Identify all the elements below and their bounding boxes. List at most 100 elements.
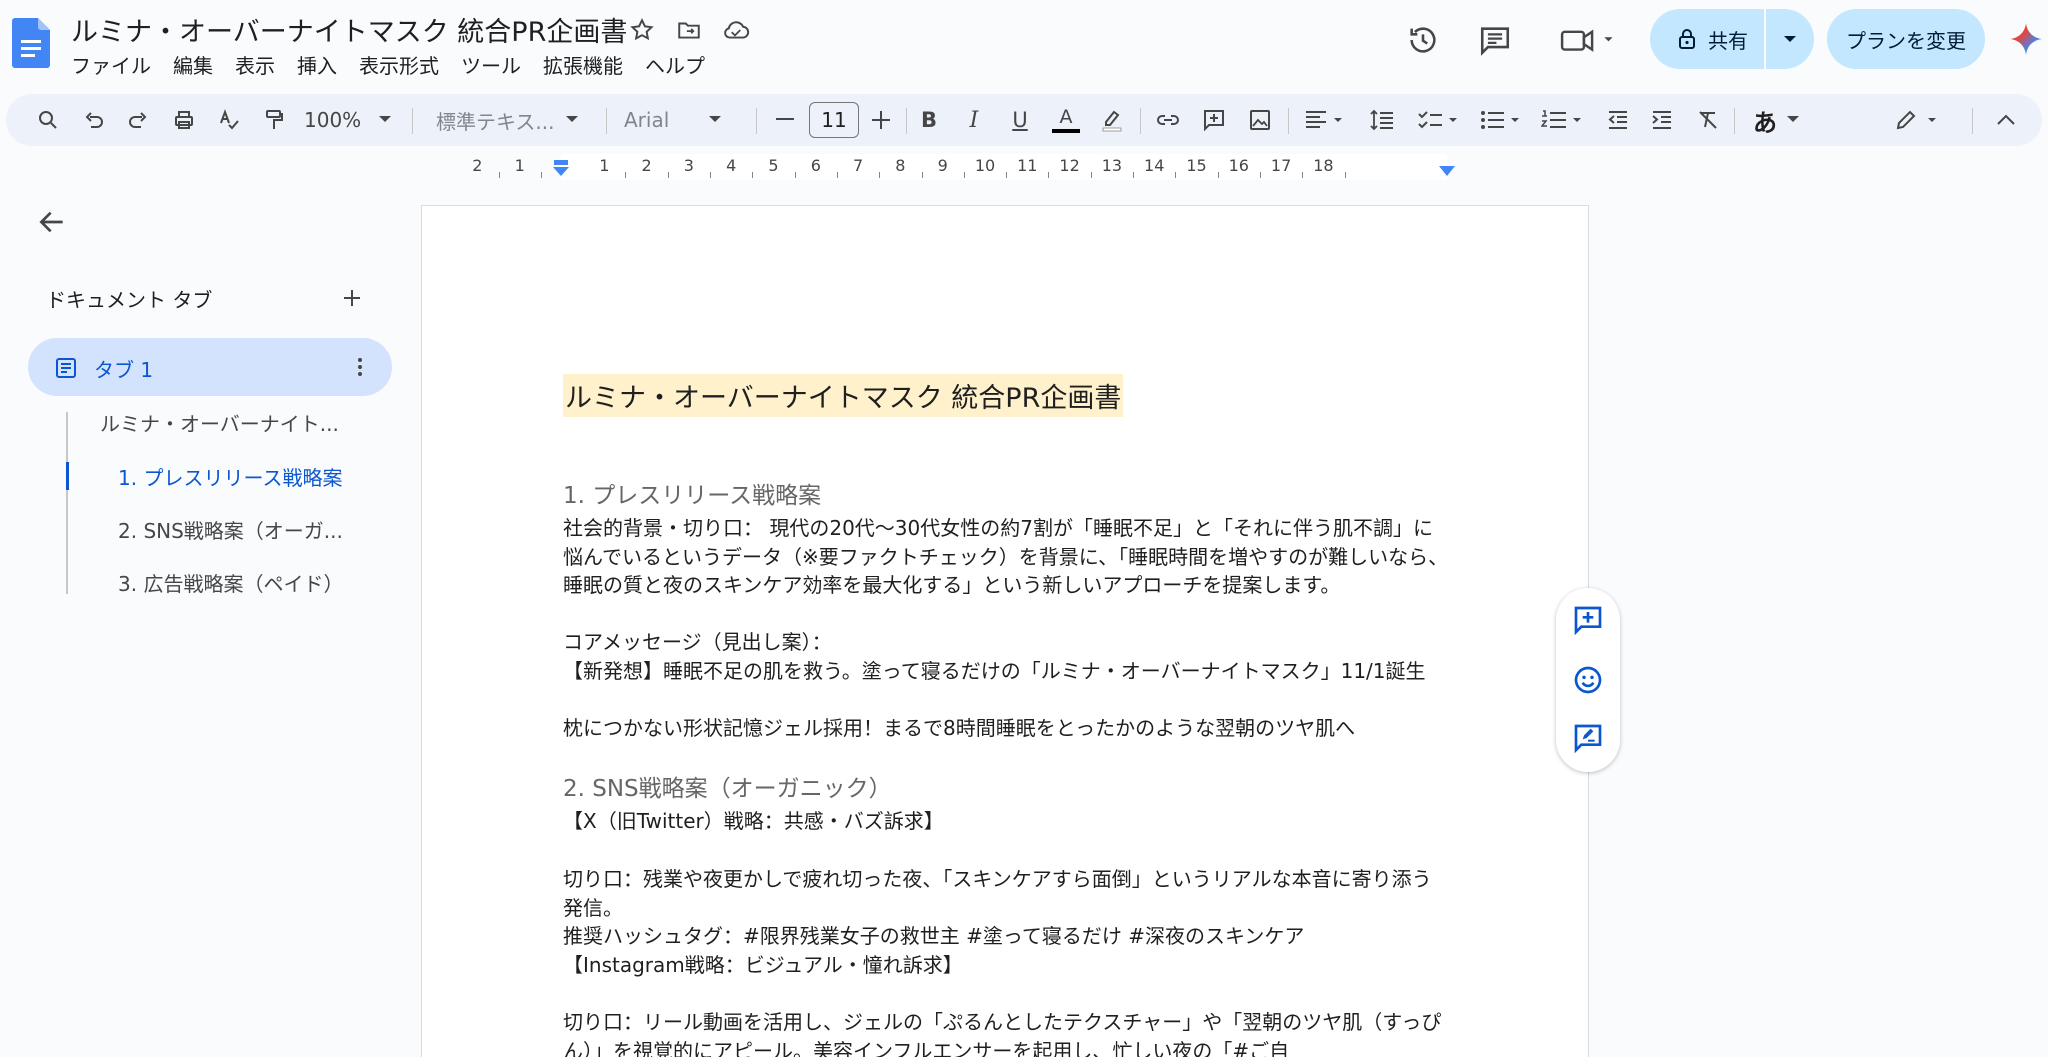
ruler-number: 10	[974, 156, 996, 175]
paragraph-x-angle: 切り口：残業や夜更かしで疲れ切った夜、「スキンケアすら面倒」というリアルな本音に…	[563, 867, 1432, 920]
document-title[interactable]: ルミナ・オーバーナイトマスク 統合PR企画書	[71, 10, 627, 49]
decrease-font-size-icon[interactable]	[768, 102, 802, 138]
increase-indent-icon[interactable]	[1644, 102, 1680, 138]
toolbar-divider	[1972, 108, 1973, 134]
zoom-value: 100%	[304, 108, 362, 132]
toolbar-divider	[1734, 108, 1735, 134]
meet-icon[interactable]	[1553, 20, 1623, 60]
spellcheck-icon[interactable]	[211, 102, 247, 138]
font-size-input[interactable]: 11	[809, 102, 859, 138]
paint-format-icon[interactable]	[256, 102, 292, 138]
heading-sns: 2. SNS戦略案（オーガニック）	[563, 776, 892, 802]
decrease-indent-icon[interactable]	[1600, 102, 1636, 138]
document-tabs-heading: ドキュメント タブ	[46, 288, 213, 312]
toolbar-divider	[756, 108, 757, 134]
paragraph-ig-angle: 切り口：リール動画を活用し、ジェルの「ぷるんとしたテクスチャー」や「翌朝のツヤ肌…	[563, 1010, 1442, 1057]
document-tab-icon	[56, 358, 76, 378]
numbered-list-icon[interactable]	[1538, 102, 1588, 138]
text-color-icon[interactable]: A	[1048, 102, 1084, 138]
highlight-color-icon[interactable]	[1094, 102, 1130, 138]
ruler-number: 7	[853, 156, 864, 175]
menu-insert[interactable]: 挿入	[286, 48, 348, 78]
document-page[interactable]: ルミナ・オーバーナイトマスク 統合PR企画書 1. プレスリリース戦略案 社会的…	[421, 205, 1589, 1057]
menu-format[interactable]: 表示形式	[348, 48, 450, 78]
paragraph-style-value: 標準テキス...	[436, 109, 555, 134]
comments-icon[interactable]	[1475, 20, 1515, 60]
checklist-icon[interactable]	[1414, 102, 1464, 138]
paragraph-style-select[interactable]: 標準テキス...	[436, 102, 596, 138]
menu-view[interactable]: 表示	[224, 48, 286, 78]
back-arrow-icon[interactable]	[36, 206, 68, 238]
more-vert-icon[interactable]	[348, 355, 372, 379]
print-icon[interactable]	[166, 102, 202, 138]
left-indent-marker-icon[interactable]	[551, 160, 571, 178]
paragraph-background: 社会的背景・切り口： 現代の20代〜30代女性の約7割が「睡眠不足」と「それに伴…	[563, 516, 1449, 597]
suggest-edits-icon[interactable]	[1572, 722, 1604, 754]
right-indent-marker-icon[interactable]	[1439, 166, 1455, 178]
input-tools-button[interactable]: あ	[1746, 102, 1806, 138]
ruler-tick	[540, 172, 542, 178]
add-comment-icon[interactable]	[1196, 102, 1232, 138]
ruler-number: 4	[726, 156, 737, 175]
move-folder-icon[interactable]	[673, 14, 705, 46]
ruler-number: 9	[937, 156, 948, 175]
ruler-number: 15	[1186, 156, 1207, 175]
ruler-number: 11	[1017, 156, 1038, 175]
insert-link-icon[interactable]	[1150, 102, 1186, 138]
editing-mode-button[interactable]	[1888, 102, 1948, 138]
outline-item-title[interactable]: ルミナ・オーバーナイト...	[100, 408, 339, 437]
menu-edit[interactable]: 編集	[162, 48, 224, 78]
outline-item-sns[interactable]: 2. SNS戦略案（オーガ...	[118, 515, 343, 544]
lock-icon	[1679, 29, 1695, 49]
change-plan-button[interactable]: プランを変更	[1827, 9, 1985, 69]
ruler-tick	[1344, 172, 1346, 178]
horizontal-ruler[interactable]: 2 1 1 2 3 4 5 6 7 8 9 10 11 12 13 14 15 16 17 18	[421, 154, 1589, 180]
bold-icon[interactable]: B	[911, 102, 947, 138]
ruler-tick	[836, 172, 838, 178]
docs-logo-icon[interactable]	[12, 18, 50, 68]
menu-tools[interactable]: ツール	[450, 48, 532, 78]
caret-down-icon	[566, 116, 579, 122]
ruler-tick	[1259, 172, 1261, 178]
line-spacing-icon[interactable]	[1364, 102, 1400, 138]
collapse-menus-icon[interactable]	[1988, 102, 2024, 138]
ruler-tick	[667, 172, 669, 178]
paragraph-ig-heading: 【Instagram戦略：ビジュアル・憧れ訴求】	[563, 953, 963, 977]
outline-item-press[interactable]: 1. プレスリリース戦略案	[118, 462, 342, 491]
toolbar-divider	[412, 108, 413, 134]
bulleted-list-icon[interactable]	[1476, 102, 1526, 138]
italic-icon[interactable]: I	[956, 102, 992, 138]
zoom-select[interactable]: 100%	[304, 102, 400, 138]
font-select[interactable]: Arial	[624, 102, 744, 138]
add-tab-icon[interactable]	[338, 284, 366, 312]
clear-formatting-icon[interactable]	[1690, 102, 1726, 138]
undo-icon[interactable]	[76, 102, 112, 138]
search-menus-icon[interactable]	[30, 102, 66, 138]
share-button[interactable]: 共有	[1650, 9, 1814, 69]
underline-icon[interactable]: U	[1002, 102, 1038, 138]
ruler-tick	[752, 172, 754, 178]
emoji-reaction-icon[interactable]	[1572, 664, 1604, 696]
paragraph-core-label: コアメッセージ（見出し案）：	[563, 630, 832, 654]
tab-1[interactable]: タブ 1	[28, 338, 392, 396]
share-dropdown[interactable]	[1766, 9, 1814, 69]
share-main[interactable]: 共有	[1650, 9, 1766, 69]
outline-item-ads[interactable]: 3. 広告戦略案（ペイド）	[118, 568, 343, 597]
menu-extensions[interactable]: 拡張機能	[532, 48, 634, 78]
star-icon[interactable]	[626, 14, 658, 46]
increase-font-size-icon[interactable]	[864, 102, 898, 138]
redo-icon[interactable]	[120, 102, 156, 138]
insert-image-icon[interactable]	[1242, 102, 1278, 138]
font-value: Arial	[624, 108, 670, 132]
version-history-icon[interactable]	[1403, 20, 1443, 60]
gemini-icon[interactable]	[2008, 21, 2044, 57]
cloud-saved-icon[interactable]	[720, 14, 752, 46]
menu-file[interactable]: ファイル	[60, 48, 162, 78]
ruler-tick	[1090, 172, 1092, 178]
toolbar-divider	[1140, 108, 1141, 134]
add-comment-icon[interactable]	[1572, 604, 1604, 636]
menu-help[interactable]: ヘルプ	[634, 48, 716, 78]
share-label: 共有	[1708, 28, 1748, 53]
align-icon[interactable]	[1300, 102, 1348, 138]
ruler-tick	[1133, 172, 1135, 178]
